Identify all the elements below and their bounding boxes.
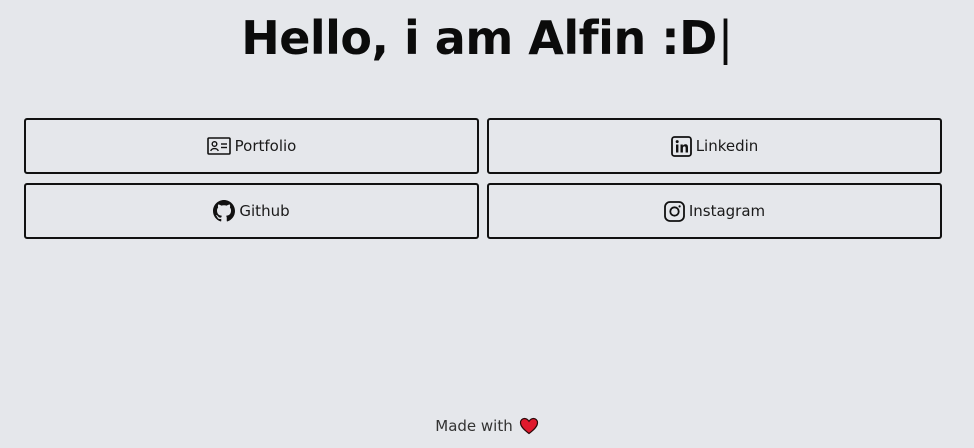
github-icon xyxy=(213,200,236,222)
instagram-icon xyxy=(663,200,685,222)
page: Hello, i am Alfin :D| Portfolio Linkedin… xyxy=(0,0,974,448)
instagram-button[interactable]: Instagram xyxy=(487,183,942,239)
portfolio-label: Portfolio xyxy=(234,137,297,155)
footer: Made with xyxy=(0,417,974,435)
page-title: Hello, i am Alfin :D| xyxy=(0,8,974,68)
footer-text: Made with xyxy=(435,417,513,435)
linkedin-icon xyxy=(670,135,692,157)
linkedin-label: Linkedin xyxy=(695,137,759,155)
page-title-text: Hello, i am Alfin :D xyxy=(241,11,717,65)
github-button[interactable]: Github xyxy=(24,183,479,239)
typing-cursor: | xyxy=(717,11,734,65)
id-card-icon xyxy=(206,137,231,155)
portfolio-button[interactable]: Portfolio xyxy=(24,118,479,174)
github-label: Github xyxy=(239,202,290,220)
link-grid: Portfolio Linkedin Github Instagram xyxy=(24,118,942,239)
linkedin-button[interactable]: Linkedin xyxy=(487,118,942,174)
instagram-label: Instagram xyxy=(688,202,766,220)
heart-icon xyxy=(519,417,539,435)
